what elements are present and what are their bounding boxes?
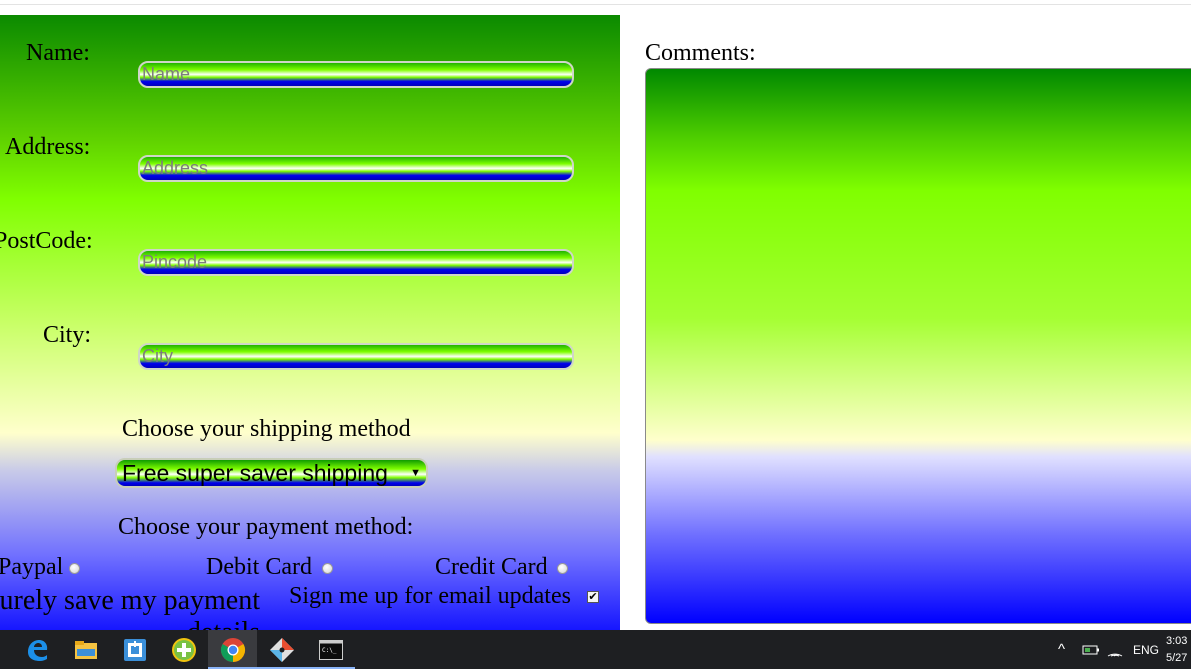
- payment-option-credit-label: Credit Card: [435, 554, 548, 580]
- save-payment-label: Securely save my payment details: [0, 585, 260, 630]
- shipping-method-select[interactable]: Free super saver shipping ▼: [115, 458, 428, 488]
- cd-icon[interactable]: [159, 630, 208, 669]
- terminal-icon[interactable]: C:\_: [306, 630, 355, 669]
- clock[interactable]: 3:03 5/27: [1166, 630, 1191, 669]
- windows-taskbar: C:\_ ^ ENG 3:03 5/27: [0, 630, 1191, 669]
- clock-time: 3:03: [1166, 634, 1188, 647]
- dropdown-arrow-icon: ▼: [410, 467, 421, 479]
- app-icon[interactable]: [110, 630, 159, 669]
- svg-text:C:\_: C:\_: [322, 647, 337, 654]
- postcode-label: PostCode:: [0, 228, 93, 254]
- file-explorer-icon[interactable]: [61, 630, 110, 669]
- payment-option-debit-radio[interactable]: [322, 563, 333, 574]
- payment-option-credit-radio[interactable]: [557, 563, 568, 574]
- show-hidden-icons-chevron-icon[interactable]: ^: [1058, 630, 1065, 669]
- city-input[interactable]: [138, 343, 574, 370]
- payment-heading: Choose your payment method:: [118, 514, 414, 540]
- top-divider: [0, 4, 1191, 5]
- name-input[interactable]: [138, 61, 574, 88]
- chrome-icon[interactable]: [208, 630, 257, 669]
- edge-icon[interactable]: [12, 630, 61, 669]
- payment-option-paypal-label: Paypal: [0, 554, 64, 580]
- address-input[interactable]: [138, 155, 574, 182]
- clock-date: 5/27: [1166, 651, 1188, 664]
- order-form-panel: Name: Address: PostCode: City: Choose yo…: [0, 15, 620, 630]
- city-label: City:: [43, 322, 92, 348]
- payment-option-paypal-radio[interactable]: [69, 563, 80, 574]
- payment-option-debit-label: Debit Card: [206, 554, 312, 580]
- name-label: Name:: [26, 40, 90, 66]
- address-label: Address:: [5, 134, 91, 160]
- postcode-input[interactable]: [138, 249, 574, 276]
- shipping-selected-value: Free super saver shipping: [122, 460, 388, 486]
- language-indicator[interactable]: ENG: [1133, 630, 1159, 669]
- email-updates-label: Sign me up for email updates: [289, 583, 571, 609]
- battery-icon[interactable]: [1082, 630, 1100, 669]
- comments-label: Comments:: [645, 40, 756, 66]
- wifi-icon[interactable]: [1107, 630, 1123, 669]
- git-icon[interactable]: [257, 630, 306, 669]
- comments-textarea[interactable]: [645, 68, 1191, 624]
- email-updates-checkbox[interactable]: ✔: [587, 591, 599, 603]
- shipping-heading: Choose your shipping method: [122, 416, 411, 442]
